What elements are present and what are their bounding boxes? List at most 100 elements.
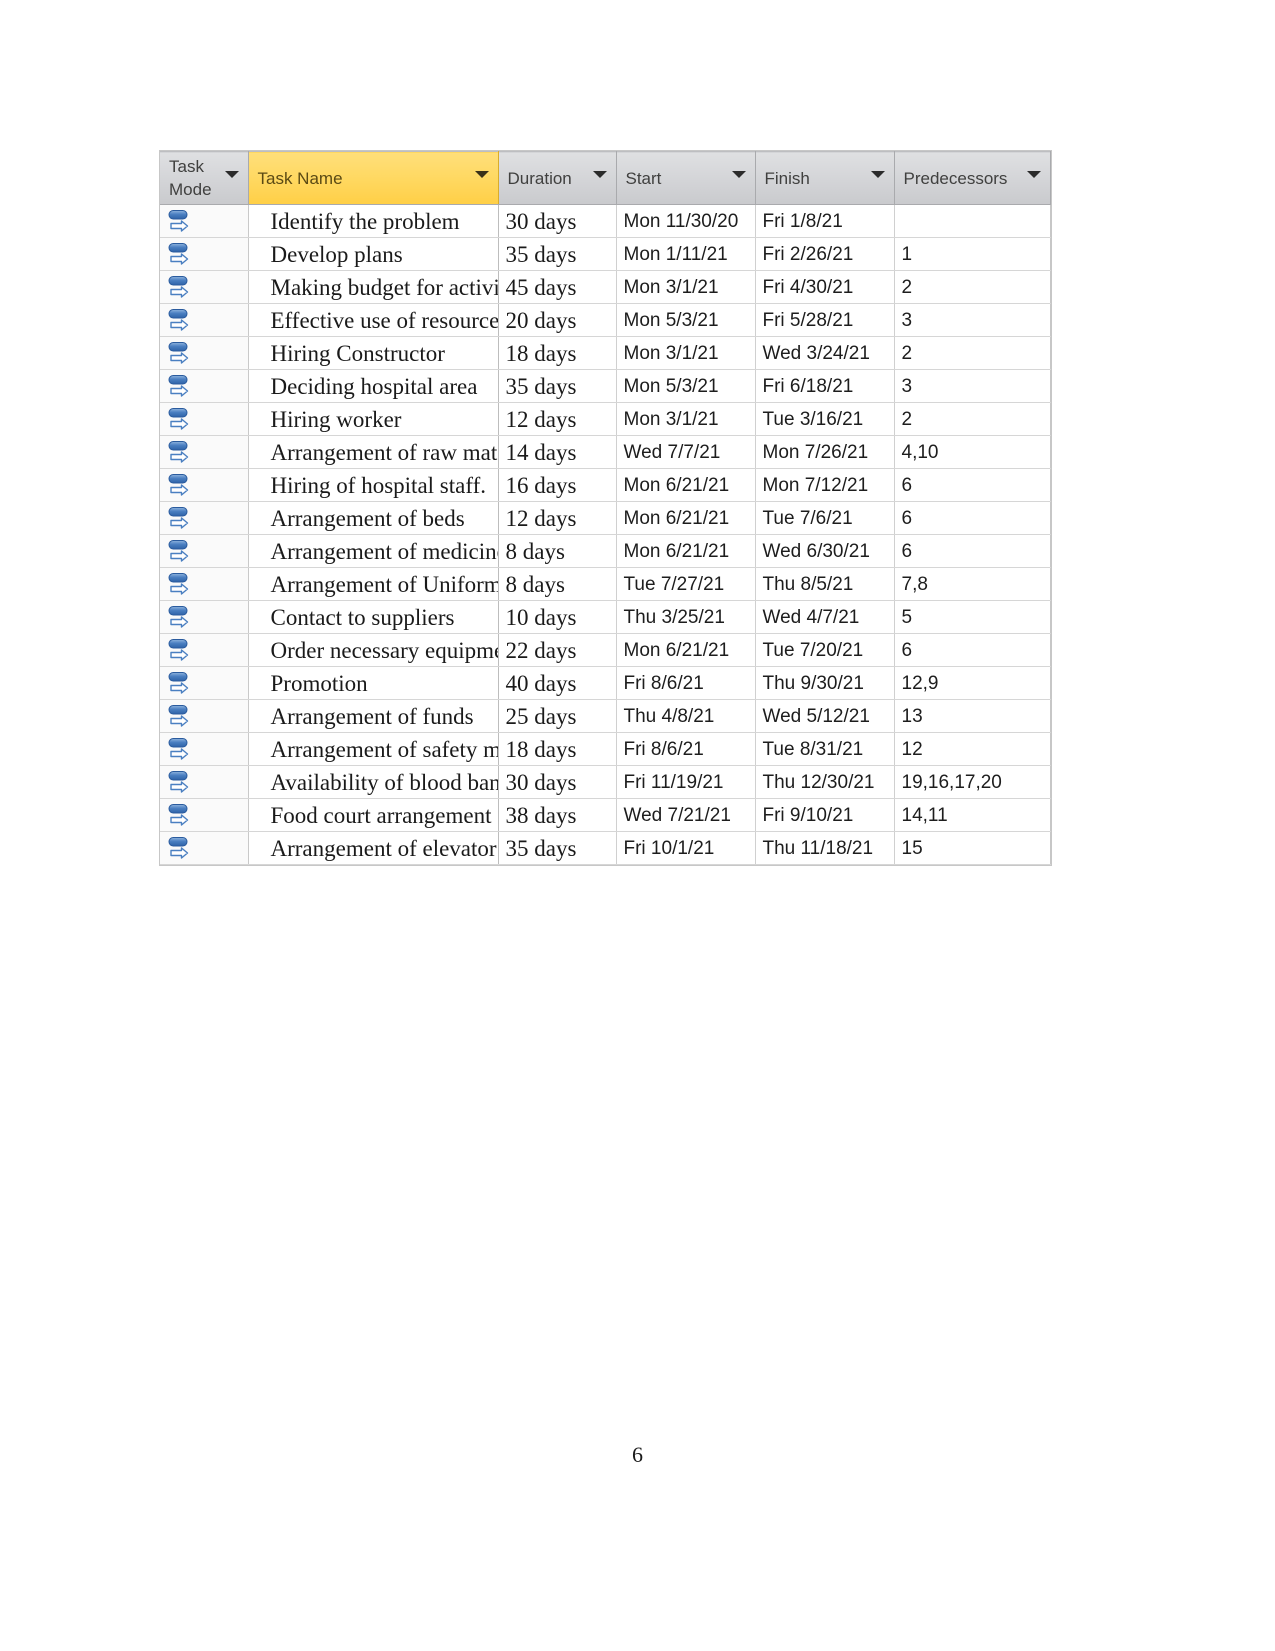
auto-scheduled-icon[interactable] [168, 439, 196, 466]
cell-start[interactable]: Fri 8/6/21 [616, 666, 756, 700]
table-row[interactable]: Hiring Constructor 18 days Mon 3/1/21 Wed 3… [160, 336, 1051, 370]
cell-finish[interactable]: Fri 9/10/21 [755, 798, 895, 832]
auto-scheduled-icon[interactable] [168, 208, 196, 235]
auto-scheduled-icon[interactable] [168, 241, 196, 268]
cell-task-mode[interactable] [160, 831, 249, 865]
cell-duration[interactable]: 38 days [498, 798, 617, 832]
cell-task-name[interactable]: Hiring worker [248, 402, 499, 436]
cell-duration[interactable]: 20 days [498, 303, 617, 337]
table-row[interactable]: Arrangement of beds 12 days Mon 6/21/21 Tue… [160, 501, 1051, 535]
cell-task-mode[interactable] [160, 534, 249, 568]
auto-scheduled-icon[interactable] [168, 736, 196, 763]
cell-start[interactable]: Mon 11/30/20 [616, 204, 756, 238]
cell-duration[interactable]: 45 days [498, 270, 617, 304]
table-row[interactable]: Making budget for activit 45 days Mon 3/1/… [160, 270, 1051, 304]
cell-duration[interactable]: 25 days [498, 699, 617, 733]
table-row[interactable]: Develop plans 35 days Mon 1/11/21 Fri 2/26/… [160, 237, 1051, 271]
cell-duration[interactable]: 30 days [498, 204, 617, 238]
cell-duration[interactable]: 10 days [498, 600, 617, 634]
filter-dropdown-arrow-icon[interactable] [474, 171, 489, 178]
filter-dropdown-arrow-icon[interactable] [224, 171, 239, 178]
table-row[interactable]: Availability of blood bank 30 days Fri 11/… [160, 765, 1051, 799]
cell-task-name[interactable]: Food court arrangement a [248, 798, 499, 832]
cell-task-mode[interactable] [160, 798, 249, 832]
cell-task-name[interactable]: Hiring Constructor [248, 336, 499, 370]
auto-scheduled-icon[interactable] [168, 472, 196, 499]
cell-finish[interactable]: Fri 4/30/21 [755, 270, 895, 304]
cell-task-name[interactable]: Arrangement of medicine [248, 534, 499, 568]
cell-task-mode[interactable] [160, 732, 249, 766]
auto-scheduled-icon[interactable] [168, 703, 196, 730]
cell-start[interactable]: Mon 1/11/21 [616, 237, 756, 271]
cell-predecessors[interactable]: 1 [894, 237, 1051, 271]
cell-finish[interactable]: Mon 7/26/21 [755, 435, 895, 469]
auto-scheduled-icon[interactable] [168, 571, 196, 598]
table-row[interactable]: Promotion 40 days Fri 8/6/21 Thu 9/30/21 12,… [160, 666, 1051, 700]
cell-start[interactable]: Wed 7/7/21 [616, 435, 756, 469]
cell-duration[interactable]: 40 days [498, 666, 617, 700]
cell-start[interactable]: Mon 3/1/21 [616, 402, 756, 436]
cell-predecessors[interactable]: 6 [894, 534, 1051, 568]
cell-task-name[interactable]: Arrangement of beds [248, 501, 499, 535]
table-row[interactable]: Arrangement of elevator 35 days Fri 10/1/2… [160, 831, 1051, 865]
cell-duration[interactable]: 18 days [498, 336, 617, 370]
cell-start[interactable]: Thu 4/8/21 [616, 699, 756, 733]
cell-task-mode[interactable] [160, 336, 249, 370]
cell-duration[interactable]: 18 days [498, 732, 617, 766]
cell-task-mode[interactable] [160, 468, 249, 502]
cell-finish[interactable]: Tue 7/6/21 [755, 501, 895, 535]
cell-task-mode[interactable] [160, 270, 249, 304]
column-header-predecessors[interactable]: Predecessors [894, 151, 1051, 205]
cell-duration[interactable]: 22 days [498, 633, 617, 667]
cell-predecessors[interactable]: 3 [894, 369, 1051, 403]
auto-scheduled-icon[interactable] [168, 538, 196, 565]
cell-duration[interactable]: 12 days [498, 501, 617, 535]
cell-start[interactable]: Thu 3/25/21 [616, 600, 756, 634]
cell-task-mode[interactable] [160, 402, 249, 436]
cell-start[interactable]: Mon 6/21/21 [616, 501, 756, 535]
cell-start[interactable]: Mon 3/1/21 [616, 336, 756, 370]
column-header-finish[interactable]: Finish [755, 151, 895, 205]
cell-start[interactable]: Mon 5/3/21 [616, 303, 756, 337]
cell-task-name[interactable]: Develop plans [248, 237, 499, 271]
cell-task-mode[interactable] [160, 204, 249, 238]
cell-task-name[interactable]: Availability of blood bank [248, 765, 499, 799]
auto-scheduled-icon[interactable] [168, 274, 196, 301]
table-row[interactable]: Order necessary equipme 22 days Mon 6/21/2… [160, 633, 1051, 667]
cell-predecessors[interactable]: 3 [894, 303, 1051, 337]
table-row[interactable]: Arrangement of raw mate 14 days Wed 7/7/21… [160, 435, 1051, 469]
auto-scheduled-icon[interactable] [168, 505, 196, 532]
cell-predecessors[interactable] [894, 204, 1051, 238]
cell-predecessors[interactable]: 5 [894, 600, 1051, 634]
cell-start[interactable]: Tue 7/27/21 [616, 567, 756, 601]
cell-start[interactable]: Wed 7/21/21 [616, 798, 756, 832]
auto-scheduled-icon[interactable] [168, 406, 196, 433]
cell-task-name[interactable]: Arrangement of funds [248, 699, 499, 733]
cell-predecessors[interactable]: 15 [894, 831, 1051, 865]
cell-task-mode[interactable] [160, 567, 249, 601]
auto-scheduled-icon[interactable] [168, 670, 196, 697]
cell-finish[interactable]: Tue 7/20/21 [755, 633, 895, 667]
cell-duration[interactable]: 8 days [498, 534, 617, 568]
table-row[interactable]: Arrangement of medicine 8 days Mon 6/21/21… [160, 534, 1051, 568]
filter-dropdown-arrow-icon[interactable] [1026, 171, 1041, 178]
cell-predecessors[interactable]: 12,9 [894, 666, 1051, 700]
cell-finish[interactable]: Thu 11/18/21 [755, 831, 895, 865]
cell-duration[interactable]: 35 days [498, 831, 617, 865]
cell-duration[interactable]: 35 days [498, 369, 617, 403]
cell-task-name[interactable]: Promotion [248, 666, 499, 700]
cell-duration[interactable]: 14 days [498, 435, 617, 469]
cell-finish[interactable]: Wed 4/7/21 [755, 600, 895, 634]
cell-task-mode[interactable] [160, 237, 249, 271]
cell-task-name[interactable]: Effective use of resource [248, 303, 499, 337]
cell-task-name[interactable]: Making budget for activit [248, 270, 499, 304]
cell-task-mode[interactable] [160, 699, 249, 733]
cell-task-name[interactable]: Arrangement of raw mate [248, 435, 499, 469]
cell-finish[interactable]: Tue 8/31/21 [755, 732, 895, 766]
table-row[interactable]: Effective use of resource 20 days Mon 5/3/… [160, 303, 1051, 337]
cell-finish[interactable]: Fri 6/18/21 [755, 369, 895, 403]
auto-scheduled-icon[interactable] [168, 373, 196, 400]
cell-predecessors[interactable]: 6 [894, 633, 1051, 667]
cell-finish[interactable]: Thu 12/30/21 [755, 765, 895, 799]
cell-task-name[interactable]: Order necessary equipme [248, 633, 499, 667]
